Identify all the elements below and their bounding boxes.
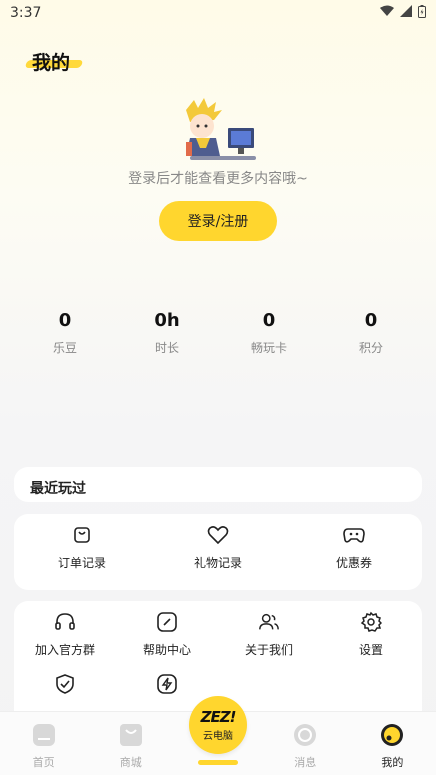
coupons-button[interactable]: 优惠券 bbox=[286, 514, 422, 590]
nav-cloud-pc-label: 云电脑 bbox=[203, 731, 233, 742]
stat-value: 0 bbox=[364, 310, 378, 331]
pencil-icon bbox=[156, 611, 178, 633]
nav-cloud-pc[interactable]: ZEZ! 云电脑 bbox=[189, 696, 247, 754]
battery-icon bbox=[418, 4, 426, 22]
stat-value: 0 bbox=[262, 310, 276, 331]
nav-home-label: 首页 bbox=[32, 756, 55, 769]
status-time: 3:37 bbox=[10, 5, 42, 21]
lightning-icon bbox=[156, 673, 178, 695]
users-icon bbox=[258, 611, 280, 633]
gamepad-icon bbox=[343, 524, 365, 546]
nav-profile[interactable]: 我的 bbox=[349, 712, 436, 775]
page-title: 我的 bbox=[32, 52, 71, 74]
settings-button[interactable]: 设置 bbox=[320, 611, 422, 663]
coupons-label: 优惠券 bbox=[335, 556, 372, 570]
stat-label: 乐豆 bbox=[52, 341, 77, 355]
shield-check-icon bbox=[54, 673, 76, 695]
nav-messages-label: 消息 bbox=[294, 756, 317, 769]
profile-icon bbox=[379, 722, 405, 752]
gift-records-button[interactable]: 礼物记录 bbox=[150, 514, 286, 590]
bag-icon bbox=[71, 524, 93, 546]
help-center-button[interactable]: 帮助中心 bbox=[116, 611, 218, 663]
avatar-illustration bbox=[180, 98, 260, 162]
stat-duration[interactable]: 0h 时长 bbox=[117, 309, 217, 356]
nav-profile-label: 我的 bbox=[381, 756, 404, 769]
join-group-button[interactable]: 加入官方群 bbox=[14, 611, 116, 663]
status-bar: 3:37 bbox=[0, 0, 436, 26]
signal-icon bbox=[400, 5, 412, 21]
store-icon bbox=[118, 722, 144, 752]
about-us-button[interactable]: 关于我们 bbox=[218, 611, 320, 663]
recently-played-title: 最近玩过 bbox=[30, 481, 86, 497]
login-hint: 登录后才能查看更多内容哦~ bbox=[128, 171, 308, 187]
cloud-pc-logo: ZEZ! bbox=[200, 708, 237, 726]
stat-value: 0h bbox=[154, 310, 180, 331]
heart-icon bbox=[207, 524, 229, 546]
login-register-button[interactable]: 登录/注册 bbox=[159, 201, 277, 241]
cloud-pc-underline bbox=[198, 760, 238, 765]
nav-home[interactable]: 首页 bbox=[0, 712, 87, 775]
stat-label: 积分 bbox=[358, 341, 383, 355]
stat-label: 时长 bbox=[154, 341, 179, 355]
stat-play-card[interactable]: 0 畅玩卡 bbox=[219, 309, 319, 356]
recently-played-card[interactable]: 最近玩过 bbox=[14, 467, 422, 502]
help-center-label: 帮助中心 bbox=[142, 643, 191, 657]
nav-store[interactable]: 商城 bbox=[87, 712, 174, 775]
stat-points[interactable]: 0 积分 bbox=[321, 309, 421, 356]
gear-icon bbox=[360, 611, 382, 633]
message-icon bbox=[292, 722, 318, 752]
stats-row: 0 乐豆 0h 时长 0 畅玩卡 0 积分 bbox=[0, 309, 436, 356]
join-group-label: 加入官方群 bbox=[34, 643, 95, 657]
order-records-button[interactable]: 订单记录 bbox=[14, 514, 150, 590]
headset-icon bbox=[54, 611, 76, 633]
nav-store-label: 商城 bbox=[119, 756, 142, 769]
gift-records-label: 礼物记录 bbox=[193, 556, 242, 570]
stat-ledou[interactable]: 0 乐豆 bbox=[15, 309, 115, 356]
about-us-label: 关于我们 bbox=[244, 643, 293, 657]
order-records-label: 订单记录 bbox=[57, 556, 106, 570]
home-icon bbox=[31, 722, 57, 752]
wifi-icon bbox=[380, 5, 394, 21]
orders-card: 订单记录 礼物记录 优惠券 bbox=[14, 514, 422, 590]
settings-label: 设置 bbox=[358, 643, 383, 657]
stat-value: 0 bbox=[58, 310, 72, 331]
stat-label: 畅玩卡 bbox=[250, 341, 287, 355]
nav-messages[interactable]: 消息 bbox=[262, 712, 349, 775]
